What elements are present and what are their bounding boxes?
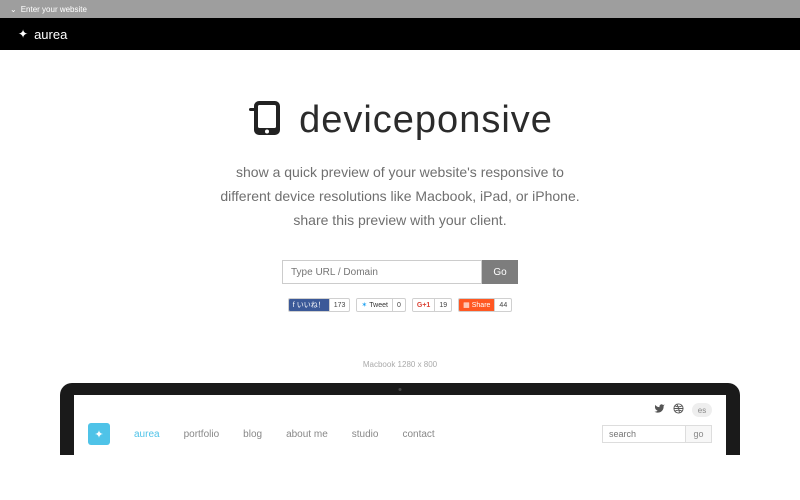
tagline-line: show a quick preview of your website's r… <box>0 161 800 185</box>
camera-icon <box>399 388 402 391</box>
brand-icon: ✦ <box>18 27 28 41</box>
device-resolution-label: Macbook 1280 x 800 <box>0 360 800 369</box>
url-row: Go <box>0 260 800 284</box>
share-icon: ▦ <box>463 301 470 309</box>
nav-link-portfolio[interactable]: portfolio <box>184 429 220 440</box>
preview-logo-icon[interactable]: ✦ <box>88 423 110 445</box>
preview-nav: ✦ aurea portfolio blog about me studio c… <box>88 423 712 445</box>
preview-search-input[interactable] <box>602 425 686 443</box>
preview-search-button[interactable]: go <box>686 425 712 443</box>
device-icon <box>247 98 287 143</box>
chevron-down-icon: ⌄ <box>10 5 17 14</box>
brand-bar: ✦ aurea <box>0 18 800 50</box>
go-button[interactable]: Go <box>482 260 518 284</box>
main-content: deviceponsive show a quick preview of yo… <box>0 50 800 455</box>
preview-site: es ✦ aurea portfolio blog about me studi… <box>74 395 726 455</box>
macbook-bezel-top <box>60 383 740 395</box>
macbook-screen: es ✦ aurea portfolio blog about me studi… <box>60 395 740 455</box>
tagline-line: different device resolutions like Macboo… <box>0 185 800 209</box>
nav-link-studio[interactable]: studio <box>352 429 379 440</box>
logo-row: deviceponsive <box>0 98 800 143</box>
url-input[interactable] <box>282 260 482 284</box>
facebook-icon: f <box>293 302 295 309</box>
macbook-frame: es ✦ aurea portfolio blog about me studi… <box>60 383 740 455</box>
tagline: show a quick preview of your website's r… <box>0 161 800 232</box>
twitter-icon[interactable] <box>654 403 665 417</box>
dribbble-icon[interactable] <box>673 403 684 417</box>
top-input-bar[interactable]: ⌄ Enter your website <box>0 0 800 18</box>
twitter-icon: ✶ <box>361 301 367 309</box>
top-input-label: Enter your website <box>21 5 87 14</box>
share-button[interactable]: ▦Share44 <box>458 298 512 312</box>
google-plus-button[interactable]: G+119 <box>412 298 452 312</box>
preview-search-group: go <box>602 425 712 443</box>
nav-link-blog[interactable]: blog <box>243 429 262 440</box>
tagline-line: share this preview with your client. <box>0 209 800 233</box>
nav-link-aurea[interactable]: aurea <box>134 429 160 440</box>
brand-name: aurea <box>34 27 67 42</box>
page-title: deviceponsive <box>299 99 553 142</box>
preview-top-row: es <box>88 403 712 417</box>
facebook-like-button[interactable]: fいいね！173 <box>288 298 351 312</box>
nav-link-about[interactable]: about me <box>286 429 328 440</box>
language-toggle[interactable]: es <box>692 403 712 417</box>
nav-link-contact[interactable]: contact <box>402 429 434 440</box>
tweet-button[interactable]: ✶Tweet0 <box>356 298 405 312</box>
social-row: fいいね！173 ✶Tweet0 G+119 ▦Share44 <box>0 298 800 312</box>
